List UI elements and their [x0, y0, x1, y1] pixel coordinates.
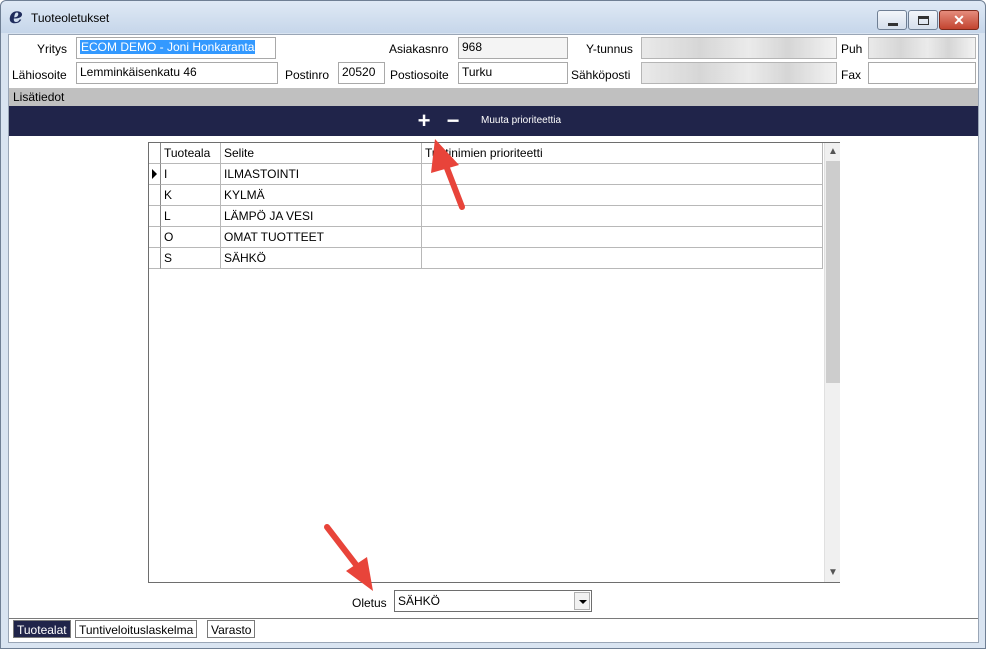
app-window: e Tuoteoletukset ✕ Yritys ECOM DEMO - Jo…	[0, 0, 986, 649]
annotation-arrows	[324, 139, 465, 591]
annotation-arrow-down-icon	[324, 524, 373, 591]
annotation-arrow-up-icon	[431, 139, 465, 210]
